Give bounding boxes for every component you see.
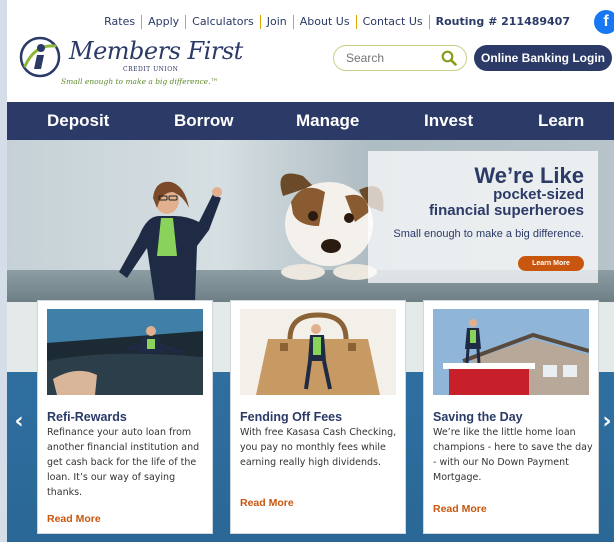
card-text: We’re like the little home loan champion… — [433, 427, 593, 483]
card-read-more-link[interactable]: Read More — [240, 497, 294, 509]
search-icon[interactable] — [441, 50, 457, 66]
card-text: Refinance your auto loan from another fi… — [47, 427, 200, 498]
card-image-house — [433, 309, 589, 395]
card-image-purse — [240, 309, 396, 395]
page: Rates Apply Calculators Join About Us Co… — [7, 0, 614, 542]
nav-learn[interactable]: Learn — [538, 111, 584, 131]
card-read-more-link[interactable]: Read More — [433, 503, 487, 515]
card-title: Fending Off Fees — [240, 410, 343, 424]
hero-text-box: We’re Like pocket-sized financial superh… — [368, 151, 598, 283]
card-text: With free Kasasa Cash Checking, you pay … — [240, 427, 397, 468]
online-banking-login-button[interactable]: Online Banking Login — [474, 45, 612, 71]
logo-name: Members First — [69, 37, 243, 65]
utility-link-about-us[interactable]: About Us — [294, 15, 357, 29]
hero-subheadline: pocket-sized financial superheroes — [429, 187, 584, 219]
utility-link-apply[interactable]: Apply — [142, 15, 187, 29]
promo-card-refi-rewards: Refi-Rewards Refinance your auto loan fr… — [37, 300, 213, 534]
utility-link-join[interactable]: Join — [261, 15, 294, 29]
nav-manage[interactable]: Manage — [296, 111, 359, 131]
main-nav: Deposit Borrow Manage Invest Learn — [7, 102, 614, 140]
promo-card-saving-the-day: Saving the Day We’re like the little hom… — [423, 300, 599, 534]
hero-woman-image — [119, 181, 222, 302]
card-title: Saving the Day — [433, 410, 523, 424]
promo-card-fending-off-fees: Fending Off Fees With free Kasasa Cash C… — [230, 300, 406, 534]
utility-nav: Rates Apply Calculators Join About Us Co… — [7, 13, 614, 31]
carousel-prev-icon[interactable]: ‹ — [12, 409, 26, 434]
learn-more-button[interactable]: Learn More — [518, 256, 584, 271]
nav-invest[interactable]: Invest — [424, 111, 473, 131]
facebook-icon[interactable]: f — [594, 10, 614, 34]
hero-subheadline-line2: financial superheroes — [428, 202, 584, 219]
logo-tagline: Small enough to make a big difference.™ — [61, 77, 218, 86]
utility-link-contact-us[interactable]: Contact Us — [357, 15, 430, 29]
logo-subname: CREDIT UNION — [123, 66, 179, 73]
search-input[interactable] — [334, 46, 434, 70]
logo-i-icon — [19, 36, 61, 78]
card-title: Refi-Rewards — [47, 410, 127, 424]
utility-link-rates[interactable]: Rates — [98, 15, 143, 29]
hero-subheadline-line1: pocket-sized — [493, 186, 584, 203]
nav-borrow[interactable]: Borrow — [174, 111, 234, 131]
card-image-car — [47, 309, 203, 395]
search-box — [333, 45, 467, 71]
carousel-next-icon[interactable]: › — [600, 409, 614, 434]
routing-number: Routing # 211489407 — [435, 15, 570, 28]
utility-link-calculators[interactable]: Calculators — [186, 15, 261, 29]
logo[interactable]: Members First CREDIT UNION Small enough … — [19, 34, 243, 94]
hero-banner: We’re Like pocket-sized financial superh… — [7, 140, 614, 302]
hero-tagline: Small enough to make a big difference. — [393, 228, 584, 240]
card-read-more-link[interactable]: Read More — [47, 513, 101, 525]
nav-deposit[interactable]: Deposit — [47, 111, 109, 131]
